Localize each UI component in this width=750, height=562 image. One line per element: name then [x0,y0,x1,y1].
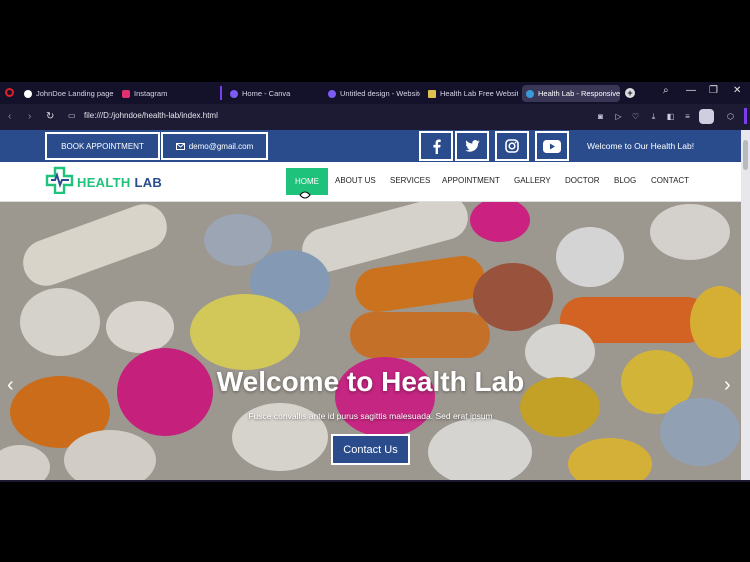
facebook-icon [432,139,441,154]
tab-label: Health Lab Free Website [440,89,518,98]
tab-label: Home - Canva [242,89,291,98]
email-link[interactable]: demo@gmail.com [161,132,268,160]
youtube-icon [543,139,561,153]
instagram-button[interactable] [495,131,529,161]
reload-icon[interactable]: ↻ [46,111,54,122]
camera-icon[interactable]: ◙ [596,112,605,121]
logo-text[interactable]: HEALTH LAB [77,175,162,190]
tab-instagram[interactable]: Instagram [118,85,208,102]
download-icon[interactable]: ⤓ [649,112,658,121]
send-icon[interactable]: ▷ [614,112,623,121]
nav-about-us[interactable]: ABOUT US [335,176,376,185]
tab-label: JohnDoe Landing page | [36,89,114,98]
logo-word-lab: LAB [134,175,163,190]
tab-group-marker [220,86,222,100]
book-appointment-label: BOOK APPOINTMENT [61,141,144,151]
address-bar: ‹ › ↻ ▭ file:///D:/johndoe/health-lab/in… [0,104,750,130]
hero-slider: ‹ › Welcome to Health Lab Fusce convalli… [0,202,741,480]
nav-doctor[interactable]: DOCTOR [565,176,600,185]
book-appointment-button[interactable]: BOOK APPOINTMENT [45,132,160,160]
nav-contact[interactable]: CONTACT [651,176,689,185]
contact-us-label: Contact Us [343,443,398,456]
contact-us-button[interactable]: Contact Us [331,434,410,465]
scrollbar-thumb[interactable] [743,140,748,170]
tab-label: Health Lab - Responsive [538,89,620,98]
youtube-button[interactable] [535,131,569,161]
tab-johndoe[interactable]: JohnDoe Landing page | [20,85,114,102]
nav-services[interactable]: SERVICES [390,176,430,185]
mail-icon [175,142,185,150]
restore-button[interactable]: ❐ [709,85,718,96]
nav-blog[interactable]: BLOG [614,176,636,185]
twitter-icon [464,140,480,152]
tab-strip: JohnDoe Landing page | Instagram Home - … [0,82,750,104]
menu-icon[interactable]: ≡ [683,112,692,121]
tab-canva-home[interactable]: Home - Canva [226,85,322,102]
hero-subtitle: Fusce convallis ante id purus sagittis m… [248,411,493,421]
canva-icon [230,89,238,98]
page-info-icon[interactable]: ▭ [68,111,76,120]
nav-gallery[interactable]: GALLERY [514,176,551,185]
heart-icon[interactable]: ♡ [631,112,640,121]
globe-icon [526,89,534,98]
canva-icon [328,89,336,98]
cursor-icon [299,191,311,199]
logo-icon[interactable] [45,166,75,194]
top-info-bar: BOOK APPOINTMENT demo@gmail.com Welcome … [0,130,741,162]
tab-untitled-design[interactable]: Untitled design - Website [324,85,420,102]
instagram-icon [505,139,519,153]
instagram-favicon-icon [122,89,130,98]
close-button[interactable]: ✕ [733,85,741,96]
new-tab-button[interactable]: + [625,88,635,98]
twitter-button[interactable] [455,131,489,161]
tab-search-icon[interactable]: ⌕ [663,85,669,96]
facebook-button[interactable] [419,131,453,161]
nav-appointment[interactable]: APPOINTMENT [442,176,500,185]
opera-logo-icon[interactable] [5,88,14,97]
tab-label: Instagram [134,89,168,98]
web-page: BOOK APPOINTMENT demo@gmail.com Welcome … [0,130,741,480]
hero-title: Welcome to Health Lab [216,366,525,397]
welcome-message: Welcome to Our Health Lab! [587,141,695,151]
email-text: demo@gmail.com [188,141,254,151]
url-field[interactable]: file:///D:/johndoe/health-lab/index.html [84,111,218,120]
minimize-button[interactable]: — [686,85,696,96]
folder-icon [428,89,436,98]
tab-label: Untitled design - Website [340,89,420,98]
main-nav: HEALTH LAB HOME ABOUT US SERVICES APPOIN… [0,162,741,202]
tab-health-lab-free[interactable]: Health Lab Free Website [424,85,518,102]
page-scrollbar[interactable] [741,130,750,480]
globe-icon [24,89,32,98]
sidebar-accent [744,108,747,124]
forward-icon[interactable]: › [28,111,31,122]
cube-icon[interactable]: ⬡ [726,112,735,121]
sidebar-toggle-icon[interactable]: ◧ [666,112,675,121]
screen: JohnDoe Landing page | Instagram Home - … [0,0,750,562]
logo-word-health: HEALTH [77,175,131,190]
browser-window: JohnDoe Landing page | Instagram Home - … [0,82,750,482]
profile-avatar[interactable] [699,109,714,124]
tab-health-lab-active[interactable]: Health Lab - Responsive [522,85,620,102]
back-icon[interactable]: ‹ [8,111,11,122]
